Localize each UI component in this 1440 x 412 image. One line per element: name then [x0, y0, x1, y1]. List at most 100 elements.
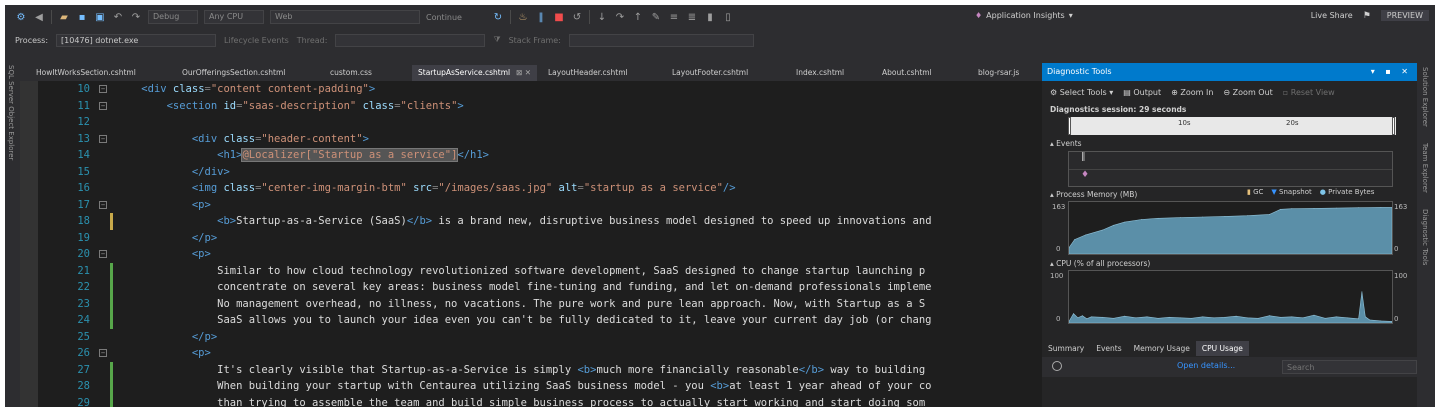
code-line[interactable]: 15 </div>: [20, 164, 1042, 181]
timeline-start-handle[interactable]: [1068, 117, 1071, 135]
record-cpu-profile-icon[interactable]: [1052, 361, 1062, 371]
code-line[interactable]: 20 − <p>: [20, 246, 1042, 263]
collapse-icon[interactable]: −: [99, 101, 107, 110]
fire-icon[interactable]: ♨: [517, 12, 529, 23]
team-explorer-tab[interactable]: Team Explorer: [1421, 143, 1429, 193]
filter-icon[interactable]: ⧩: [493, 35, 500, 45]
cpu-chart[interactable]: [1068, 270, 1393, 324]
tab-about-cshtml[interactable]: About.cshtml: [882, 65, 932, 81]
open-folder-icon[interactable]: ▰: [58, 12, 70, 23]
code-editor[interactable]: 10− <div class="content content-padding"…: [20, 81, 1042, 407]
panel-controls[interactable]: ▾ ▪ ✕: [1371, 63, 1412, 81]
collapse-icon[interactable]: −: [99, 250, 107, 258]
save-icon[interactable]: ▪: [76, 12, 88, 23]
code-line[interactable]: 19 </p>: [20, 230, 1042, 247]
session-timeline[interactable]: 10s 20s: [1068, 117, 1396, 135]
code-line[interactable]: 14 <h1>@Localizer["Startup as a service"…: [20, 147, 1042, 164]
configuration-combo[interactable]: Debug: [148, 10, 198, 24]
code-line[interactable]: 11− <section id="saas-description" class…: [20, 98, 1042, 115]
thread-combo[interactable]: [335, 33, 486, 47]
application-insights-button[interactable]: ♦ Application Insights ▾: [975, 11, 1073, 20]
code-line[interactable]: 29 than trying to assemble the team and …: [20, 394, 1042, 407]
memory-section-header[interactable]: ▴ Process Memory (MB): [1050, 190, 1137, 199]
memory-chart[interactable]: [1068, 201, 1393, 255]
code-line[interactable]: 22 concentrate on several key areas: bus…: [20, 279, 1042, 296]
code-line[interactable]: 13− <div class="header-content">: [20, 131, 1042, 148]
step-out-icon[interactable]: ↑: [632, 12, 644, 23]
code-line[interactable]: 25 </p>: [20, 329, 1042, 346]
solution-explorer-tab[interactable]: Solution Explorer: [1421, 67, 1429, 127]
code-line[interactable]: 23 No management overhead, no illness, n…: [20, 295, 1042, 312]
lifecycle-events-button[interactable]: Lifecycle Events: [224, 36, 289, 45]
startup-project-combo[interactable]: Web: [270, 10, 420, 24]
break-all-icon[interactable]: ‖: [535, 12, 547, 23]
uncomment-icon[interactable]: ≣: [686, 12, 698, 23]
code-line[interactable]: 17− <p>: [20, 197, 1042, 214]
tab-cpu-usage[interactable]: CPU Usage: [1195, 341, 1249, 356]
collapse-icon[interactable]: −: [99, 349, 107, 357]
stop-icon[interactable]: ■: [553, 12, 565, 23]
tab-index-cshtml[interactable]: Index.cshtml: [796, 65, 844, 81]
tab-howitworkssection-cshtml[interactable]: HowItWorksSection.cshtml: [36, 65, 136, 81]
code-line[interactable]: 27 It's clearly visible that Startup-as-…: [20, 361, 1042, 378]
zoom-in-button[interactable]: ⊕ Zoom In: [1171, 88, 1213, 97]
tab-ourofferingssection-cshtml[interactable]: OurOfferingsSection.cshtml: [182, 65, 285, 81]
platform-combo[interactable]: Any CPU: [204, 10, 264, 24]
search-input[interactable]: [1282, 360, 1417, 374]
timeline-end-handle[interactable]: [1392, 117, 1395, 135]
brush-icon[interactable]: ✎: [650, 12, 662, 23]
code-line[interactable]: 21 Similar to how cloud technology revol…: [20, 262, 1042, 279]
code-line[interactable]: 26 − <p>: [20, 345, 1042, 362]
code-token: "startup as a service": [583, 182, 723, 194]
reset-view-button[interactable]: ▫ Reset View: [1283, 88, 1335, 97]
diagnostic-tools-tab[interactable]: Diagnostic Tools: [1421, 209, 1429, 265]
code-line[interactable]: 12: [20, 114, 1042, 131]
next-bookmark-icon[interactable]: ▯: [722, 12, 734, 23]
refresh-icon[interactable]: ↻: [492, 12, 504, 23]
bookmark-icon[interactable]: ▮: [704, 12, 716, 23]
tab-blog-rsar-js[interactable]: blog-rsar.js: [978, 65, 1019, 81]
open-details-link[interactable]: Open details...: [1177, 361, 1235, 370]
undo-icon[interactable]: ↶: [112, 12, 124, 23]
tab-layoutfooter-cshtml[interactable]: LayoutFooter.cshtml: [672, 65, 748, 81]
code-line[interactable]: 28 When building your startup with Centa…: [20, 378, 1042, 395]
output-button[interactable]: ▤ Output: [1123, 88, 1161, 97]
events-section-header[interactable]: ▴ Events: [1050, 139, 1082, 148]
memory-legend: ▮ GC ▼ Snapshot ● Private Bytes: [1247, 188, 1374, 196]
tab-summary[interactable]: Summary: [1042, 341, 1090, 356]
close-icon[interactable]: ⊠ ✕: [516, 68, 531, 77]
tab-layoutheader-cshtml[interactable]: LayoutHeader.cshtml: [548, 65, 628, 81]
collapse-icon[interactable]: −: [99, 85, 107, 93]
code-token: "saas-description": [242, 99, 363, 112]
tab-custom-css[interactable]: custom.css: [330, 65, 372, 81]
tab-events[interactable]: Events: [1090, 341, 1127, 356]
sql-object-explorer-tab[interactable]: SQL Server Object Explorer: [7, 65, 15, 160]
redo-icon[interactable]: ↷: [130, 12, 142, 23]
settings-icon[interactable]: ⚙: [15, 12, 27, 23]
comment-icon[interactable]: ≡: [668, 12, 680, 23]
process-combo[interactable]: [10476] dotnet.exe: [56, 33, 217, 47]
zoom-out-button[interactable]: ⊖ Zoom Out: [1223, 88, 1272, 97]
code-line[interactable]: 16 <img class="center-img-margin-btm" sr…: [20, 180, 1042, 197]
cpu-section-header[interactable]: ▴ CPU (% of all processors): [1050, 259, 1150, 268]
restart-icon[interactable]: ↺: [571, 12, 583, 23]
live-share-button[interactable]: Live Share: [1311, 11, 1353, 20]
step-over-icon[interactable]: ↷: [614, 12, 626, 23]
feedback-icon[interactable]: ⚑: [1363, 11, 1371, 21]
code-text: concentrate on several key areas: busine…: [116, 279, 931, 296]
back-icon[interactable]: ◀: [33, 12, 45, 23]
collapse-icon[interactable]: −: [99, 134, 107, 143]
code-line[interactable]: 10 − <div class="content content-padding"…: [20, 81, 1042, 98]
tab-memory-usage[interactable]: Memory Usage: [1128, 341, 1196, 356]
continue-button[interactable]: Continue: [426, 13, 486, 22]
select-tools-button[interactable]: ⚙ Select Tools ▾: [1050, 88, 1113, 97]
cpu-y-min-left: 0: [1056, 315, 1061, 323]
code-line[interactable]: 24 SaaS allows you to launch your idea e…: [20, 312, 1042, 329]
tab-startupasservice-cshtml[interactable]: StartupAsService.cshtml ⊠ ✕: [412, 65, 538, 81]
stack-frame-combo[interactable]: [568, 33, 754, 47]
step-into-icon[interactable]: ↓: [596, 12, 608, 23]
collapse-icon[interactable]: −: [99, 200, 107, 209]
save-all-icon[interactable]: ▣: [94, 12, 106, 23]
code-line[interactable]: 18 <b>Startup-as-a-Service (SaaS)</b> is…: [20, 213, 1042, 230]
